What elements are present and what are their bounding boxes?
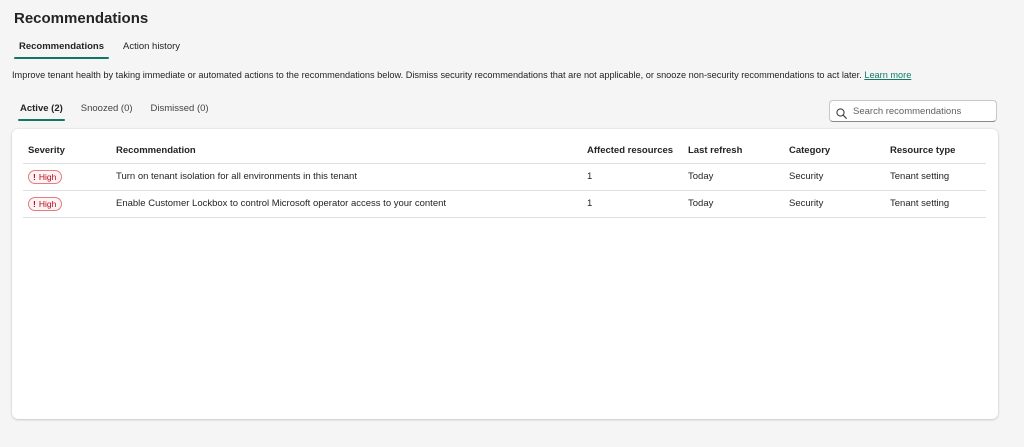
- sub-tabs: Active (2) Snoozed (0) Dismissed (0): [18, 99, 225, 121]
- severity-cell: ! High: [23, 190, 111, 218]
- recommendations-card: Severity Recommendation Affected resourc…: [12, 129, 998, 419]
- search-box[interactable]: [829, 100, 997, 122]
- severity-cell: ! High: [23, 163, 111, 191]
- severity-label: High: [38, 198, 57, 209]
- affected-resources-cell: 1: [582, 190, 683, 218]
- resource-type-cell: Tenant setting: [885, 190, 986, 218]
- tab-action-history[interactable]: Action history: [118, 37, 185, 59]
- learn-more-link[interactable]: Learn more: [864, 70, 911, 80]
- column-header-severity[interactable]: Severity: [23, 139, 111, 164]
- recommendations-table: Severity Recommendation Affected resourc…: [23, 139, 986, 218]
- recommendations-page: Recommendations Recommendations Action h…: [0, 0, 1024, 447]
- table-row[interactable]: ! High Turn on tenant isolation for all …: [23, 163, 986, 191]
- category-cell: Security: [784, 190, 885, 218]
- column-header-last-refresh[interactable]: Last refresh: [683, 139, 784, 164]
- search-input[interactable]: [853, 105, 993, 117]
- severity-label: High: [38, 171, 57, 182]
- table-header-row: Severity Recommendation Affected resourc…: [23, 139, 986, 164]
- column-header-affected-resources[interactable]: Affected resources: [582, 139, 683, 164]
- affected-resources-cell: 1: [582, 163, 683, 191]
- search-icon: [836, 106, 847, 119]
- alert-icon: !: [33, 198, 36, 209]
- recommendation-cell[interactable]: Enable Customer Lockbox to control Micro…: [111, 190, 582, 218]
- description: Improve tenant health by taking immediat…: [12, 70, 911, 80]
- recommendation-cell[interactable]: Turn on tenant isolation for all environ…: [111, 163, 582, 191]
- description-text: Improve tenant health by taking immediat…: [12, 70, 865, 80]
- column-header-recommendation[interactable]: Recommendation: [111, 139, 582, 164]
- main-tabs: Recommendations Action history: [14, 37, 194, 59]
- tab-active[interactable]: Active (2): [18, 99, 65, 121]
- column-header-resource-type[interactable]: Resource type: [885, 139, 986, 164]
- tab-snoozed[interactable]: Snoozed (0): [79, 99, 135, 121]
- alert-icon: !: [33, 171, 36, 182]
- resource-type-cell: Tenant setting: [885, 163, 986, 191]
- column-header-category[interactable]: Category: [784, 139, 885, 164]
- table-row[interactable]: ! High Enable Customer Lockbox to contro…: [23, 190, 986, 218]
- severity-badge: ! High: [28, 196, 63, 211]
- page-title: Recommendations: [14, 10, 149, 27]
- last-refresh-cell: Today: [683, 163, 784, 191]
- severity-badge: ! High: [28, 169, 63, 184]
- category-cell: Security: [784, 163, 885, 191]
- tab-recommendations[interactable]: Recommendations: [14, 37, 109, 59]
- tab-dismissed[interactable]: Dismissed (0): [149, 99, 211, 121]
- last-refresh-cell: Today: [683, 190, 784, 218]
